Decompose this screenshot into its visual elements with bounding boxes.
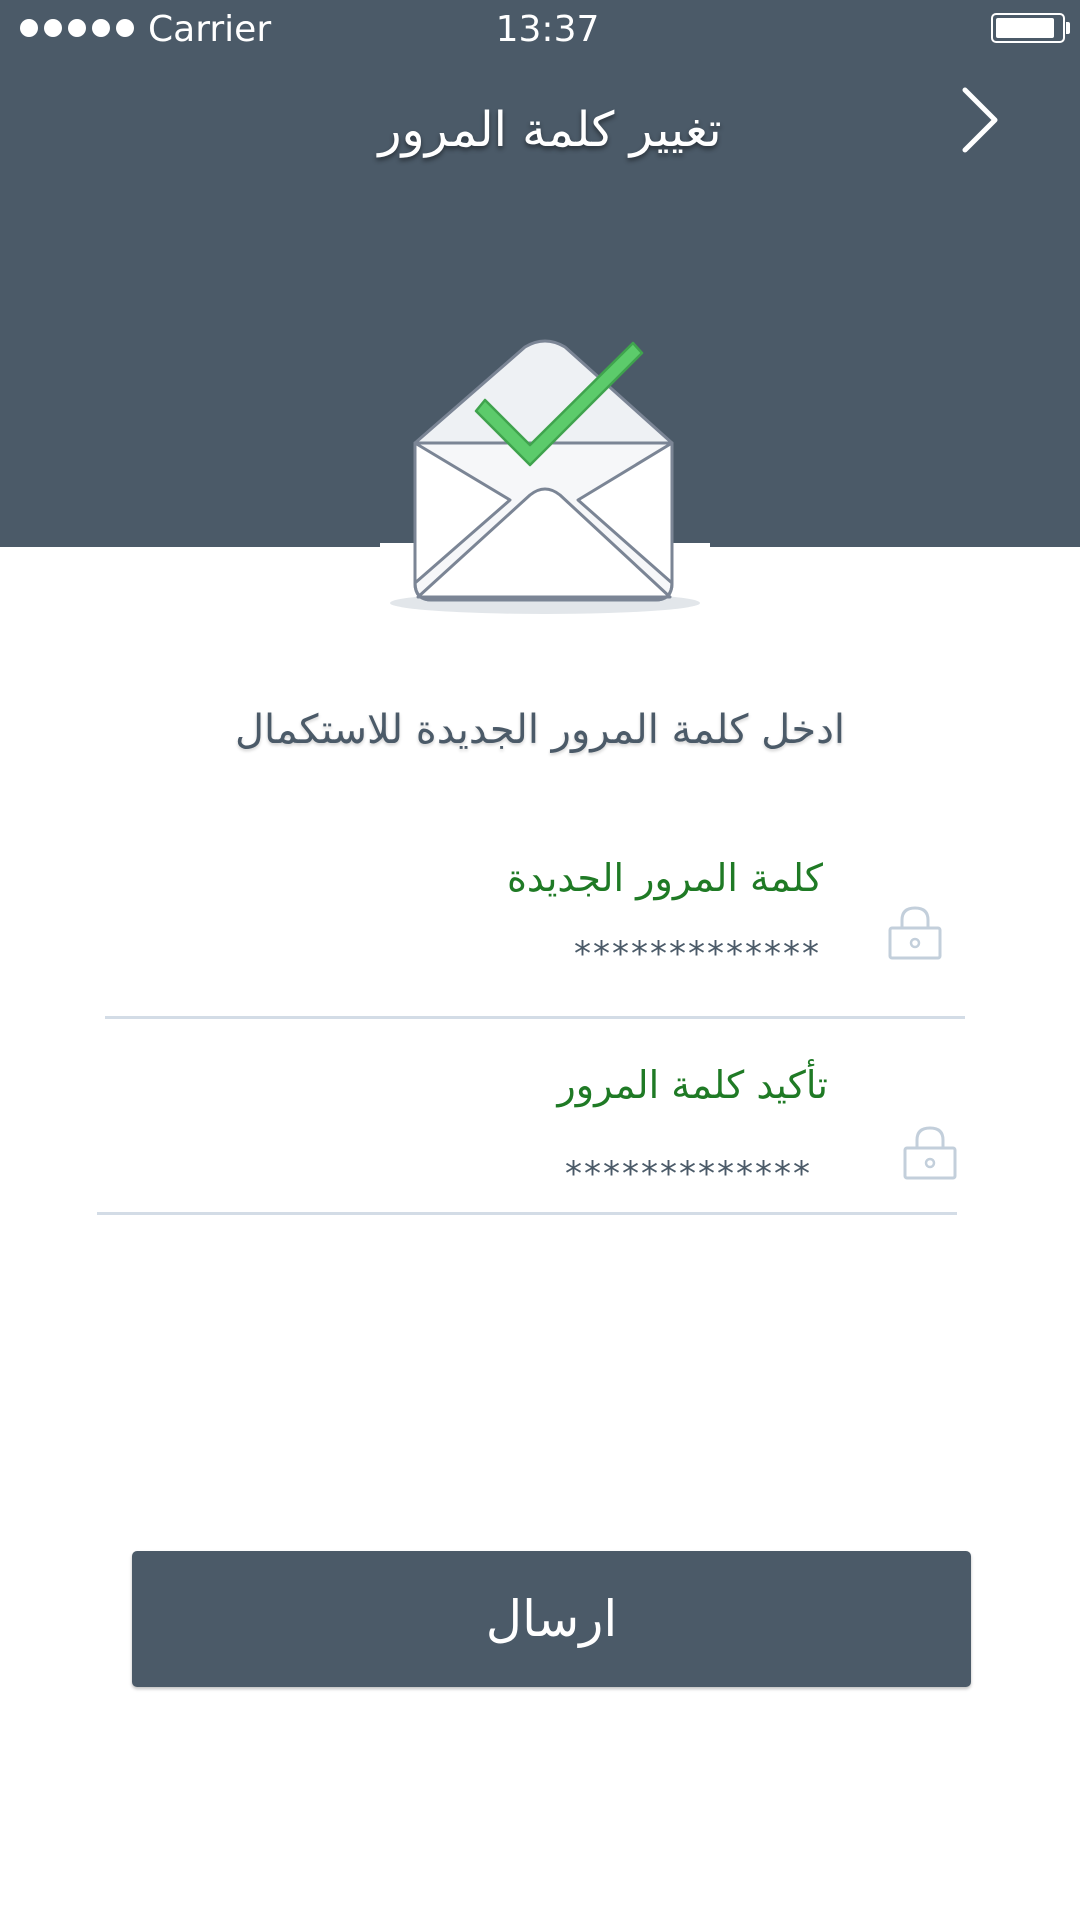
envelope-check-icon — [380, 339, 710, 614]
battery-nub — [1066, 22, 1070, 34]
lock-icon — [903, 1126, 957, 1180]
confirm-password-label: تأكيد كلمة المرور — [557, 1063, 828, 1107]
page-title: تغيير كلمة المرور — [378, 102, 722, 158]
battery-icon — [991, 13, 1065, 43]
lock-icon — [888, 906, 942, 960]
new-password-label: كلمة المرور الجديدة — [507, 856, 823, 900]
back-button[interactable] — [945, 80, 1015, 160]
new-password-input[interactable] — [300, 932, 821, 976]
status-bar: Carrier 13:37 — [0, 0, 1080, 60]
change-password-screen: Carrier 13:37 تغيير كلمة المرور ادخل كلم… — [0, 0, 1080, 1920]
chevron-right-icon — [962, 87, 998, 153]
confirm-password-input[interactable] — [290, 1152, 812, 1196]
confirm-password-underline — [97, 1212, 957, 1215]
instruction-text: ادخل كلمة المرور الجديدة للاستكمال — [234, 707, 846, 753]
new-password-underline — [105, 1016, 965, 1019]
status-time: 13:37 — [495, 9, 600, 50]
submit-button[interactable]: ارسال — [132, 1551, 971, 1687]
